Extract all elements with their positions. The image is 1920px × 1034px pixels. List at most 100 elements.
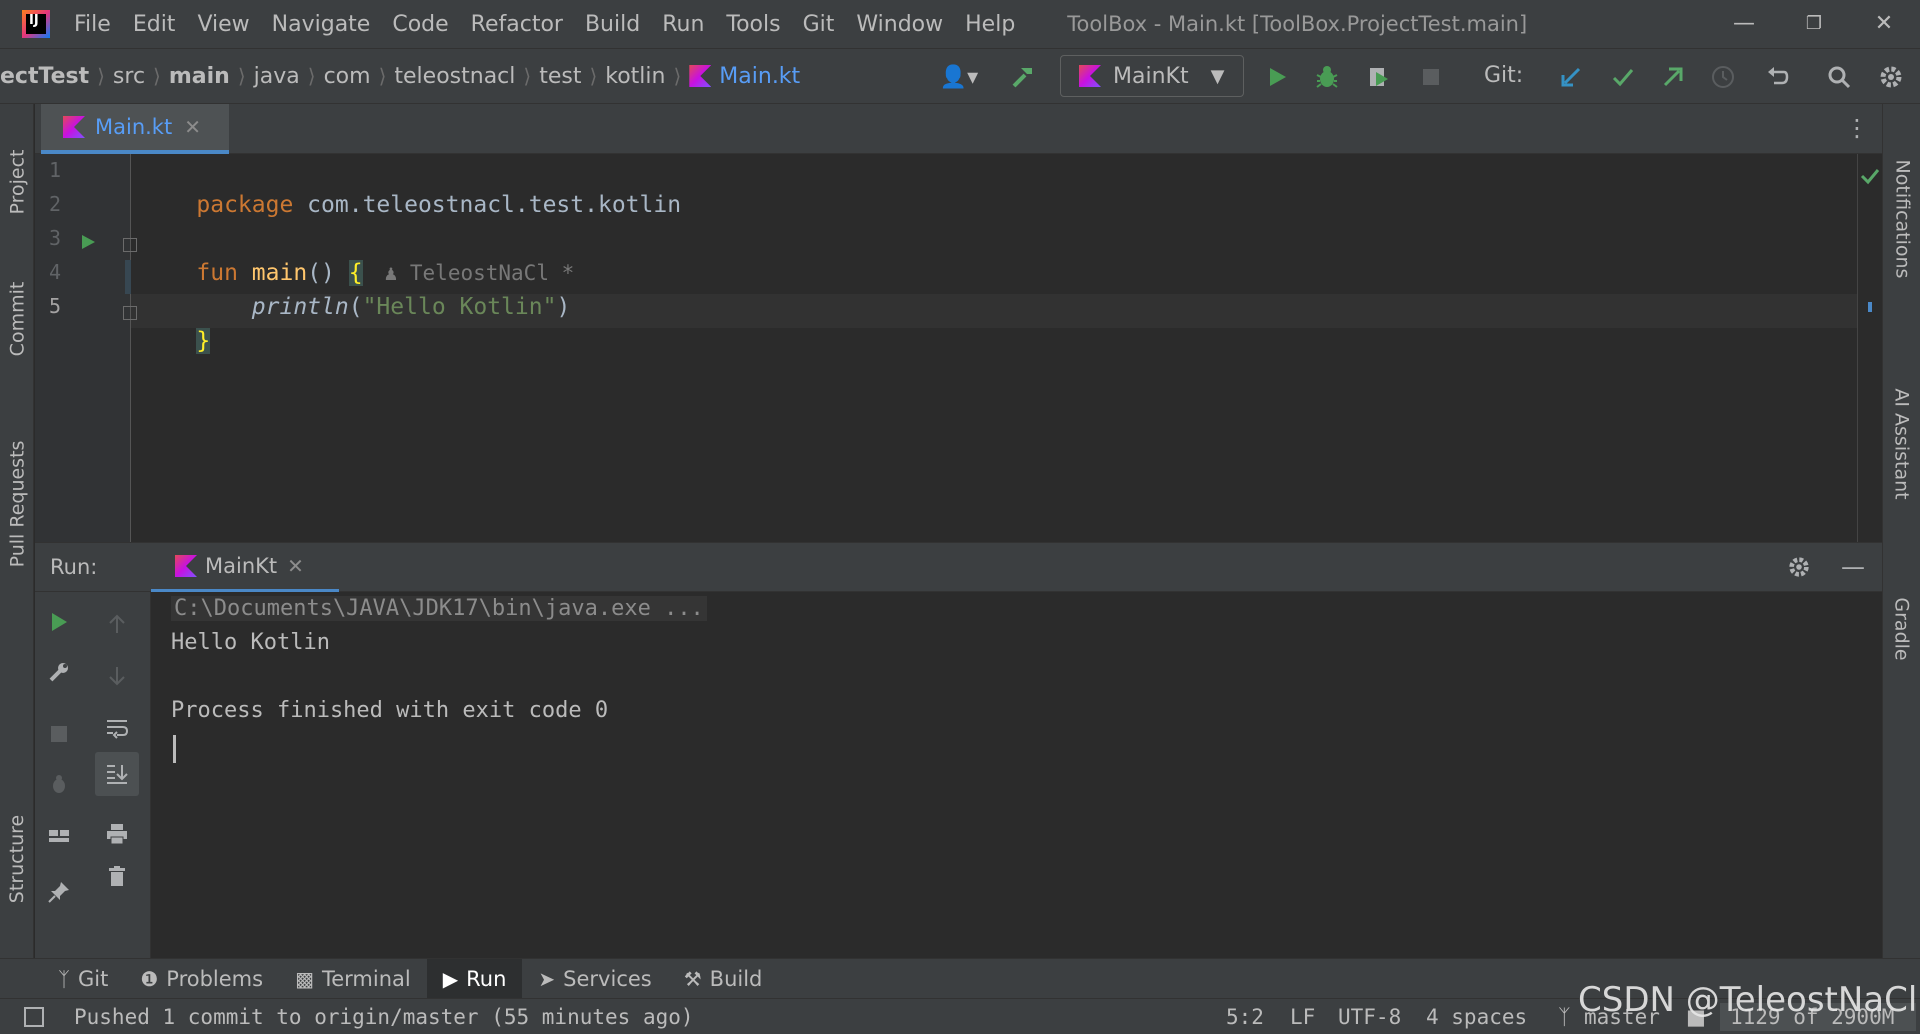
rerun-icon[interactable] xyxy=(41,604,77,640)
git-push-icon[interactable] xyxy=(1656,60,1690,94)
code-editor[interactable]: 1 2 3 4 5 package com.teleostnacl.test.k… xyxy=(35,154,1882,542)
run-tab-mainkt[interactable]: MainKt ✕ xyxy=(151,543,339,593)
scroll-down-arrow-icon[interactable] xyxy=(99,658,135,694)
run-configuration-select[interactable]: MainKt ▼ xyxy=(1060,55,1244,97)
more-tabs-icon[interactable]: ⋮ xyxy=(1845,114,1869,142)
settings-gear-icon[interactable] xyxy=(1874,60,1908,94)
stop-icon[interactable] xyxy=(1414,60,1448,94)
menu-help[interactable]: Help xyxy=(965,12,1015,37)
breadcrumb-teleostnacl[interactable]: teleostnacl xyxy=(394,64,515,89)
tool-button-git[interactable]: ᛉ Git xyxy=(42,959,124,999)
console-line: Hello Kotlin xyxy=(171,630,330,655)
fold-icon[interactable] xyxy=(123,238,137,252)
line-number: 1 xyxy=(49,158,62,182)
breadcrumb-file[interactable]: Main.kt xyxy=(719,64,800,89)
breadcrumb-com[interactable]: com xyxy=(324,64,371,89)
editor-scrollbar[interactable] xyxy=(1857,154,1882,542)
menu-window[interactable]: Window xyxy=(856,12,943,37)
scroll-to-end-icon[interactable] xyxy=(95,752,139,796)
minimize-icon[interactable]: — xyxy=(1728,8,1760,40)
menu-refactor[interactable]: Refactor xyxy=(471,12,563,37)
run-tool-window-title: Run: xyxy=(50,555,98,579)
dump-threads-icon[interactable] xyxy=(41,766,77,802)
breadcrumb-test[interactable]: test xyxy=(539,64,581,89)
kotlin-config-icon xyxy=(1079,65,1101,87)
debug-icon[interactable] xyxy=(1310,60,1344,94)
scroll-up-arrow-icon[interactable] xyxy=(99,606,135,642)
run-settings-gear-icon[interactable] xyxy=(1787,555,1811,584)
hide-tool-window-icon[interactable]: — xyxy=(1841,553,1865,581)
tool-tab-ai-assistant[interactable]: AI Assistant xyxy=(1883,354,1920,534)
tool-button-run[interactable]: ▶ Run xyxy=(426,958,523,999)
breadcrumb-java[interactable]: java xyxy=(254,64,300,89)
close-tab-icon[interactable]: ✕ xyxy=(287,554,304,578)
tool-button-problems-label: Problems xyxy=(166,966,264,991)
clear-all-trash-icon[interactable] xyxy=(99,858,135,894)
right-tool-strip: Notifications AI Assistant Gradle xyxy=(1882,104,1920,958)
fold-icon[interactable] xyxy=(123,306,137,320)
git-commit-icon[interactable] xyxy=(1606,60,1640,94)
tool-tab-pull-requests[interactable]: Pull Requests xyxy=(0,404,34,604)
run-tab-label: MainKt xyxy=(205,554,278,578)
status-message[interactable]: Pushed 1 commit to origin/master (55 min… xyxy=(74,1005,694,1029)
run-icon[interactable] xyxy=(1260,60,1294,94)
git-history-icon[interactable] xyxy=(1706,60,1740,94)
indent-setting[interactable]: 4 spaces xyxy=(1426,1005,1527,1029)
menu-edit[interactable]: Edit xyxy=(133,12,176,37)
menu-file[interactable]: File xyxy=(74,12,111,37)
text-caret xyxy=(173,735,176,763)
editor-gutter: 1 2 3 4 5 xyxy=(35,154,137,542)
restore-icon[interactable]: ❐ xyxy=(1798,8,1830,40)
breadcrumb-main[interactable]: main xyxy=(169,64,230,89)
menu-build[interactable]: Build xyxy=(585,12,640,37)
breadcrumb-separator-icon: ⟩ xyxy=(523,64,532,88)
console-output[interactable]: C:\Documents\JAVA\JDK17\bin\java.exe ...… xyxy=(171,592,1871,958)
tool-tab-project[interactable]: Project xyxy=(0,122,34,242)
run-with-coverage-icon[interactable] xyxy=(1362,60,1396,94)
menu-git[interactable]: Git xyxy=(803,12,835,37)
change-marker xyxy=(125,260,131,294)
line-separator[interactable]: LF xyxy=(1290,1005,1315,1029)
tool-tab-commit[interactable]: Commit xyxy=(0,264,34,374)
print-icon[interactable] xyxy=(99,816,135,852)
scroll-marker xyxy=(1868,302,1872,312)
git-branch-icon: ᛉ xyxy=(58,966,70,991)
menu-code[interactable]: Code xyxy=(392,12,448,37)
menu-tools[interactable]: Tools xyxy=(726,12,780,37)
menu-view[interactable]: View xyxy=(197,12,249,37)
account-dropdown-icon[interactable]: 👤▾ xyxy=(932,60,986,94)
tool-tab-gradle[interactable]: Gradle xyxy=(1883,574,1920,684)
tool-button-problems[interactable]: ❶ Problems xyxy=(124,959,279,999)
build-hammer-icon[interactable] xyxy=(1006,60,1040,94)
edit-configuration-wrench-icon[interactable] xyxy=(41,654,77,690)
run-gutter-icon[interactable] xyxy=(79,232,97,256)
layout-icon[interactable] xyxy=(41,818,77,854)
tool-button-terminal[interactable]: ▩ Terminal xyxy=(279,959,427,999)
close-tab-icon[interactable]: ✕ xyxy=(184,115,201,139)
run-tool-window: C:\Documents\JAVA\JDK17\bin\java.exe ...… xyxy=(35,592,1882,958)
line-number: 3 xyxy=(49,226,62,250)
editor-tab-main-kt[interactable]: Main.kt ✕ xyxy=(41,104,229,154)
git-update-icon[interactable] xyxy=(1554,60,1588,94)
tool-tab-structure[interactable]: Structure xyxy=(0,784,34,934)
rollback-icon[interactable] xyxy=(1760,60,1794,94)
pin-tab-icon[interactable] xyxy=(41,874,77,910)
tool-button-services[interactable]: ➤ Services xyxy=(522,959,667,999)
breadcrumb-project[interactable]: ectTest xyxy=(0,64,89,89)
soft-wrap-icon[interactable] xyxy=(99,710,135,746)
stop-process-icon[interactable] xyxy=(41,716,77,752)
search-icon[interactable] xyxy=(1822,60,1856,94)
tool-button-build[interactable]: ⚒ Build xyxy=(668,959,779,999)
toggle-tool-windows-icon[interactable] xyxy=(24,1007,44,1027)
close-window-icon[interactable]: ✕ xyxy=(1868,8,1900,40)
menu-navigate[interactable]: Navigate xyxy=(272,12,371,37)
breadcrumb-kotlin[interactable]: kotlin xyxy=(605,64,665,89)
breadcrumb-src[interactable]: src xyxy=(113,64,145,89)
run-actions-panel xyxy=(35,592,151,958)
console-command-line[interactable]: C:\Documents\JAVA\JDK17\bin\java.exe ... xyxy=(171,596,707,621)
tool-tab-notifications[interactable]: Notifications xyxy=(1883,124,1920,314)
file-encoding[interactable]: UTF-8 xyxy=(1338,1005,1401,1029)
menu-run[interactable]: Run xyxy=(662,12,704,37)
caret-position[interactable]: 5:2 xyxy=(1226,1005,1264,1029)
run-configuration-label: MainKt xyxy=(1113,63,1189,89)
